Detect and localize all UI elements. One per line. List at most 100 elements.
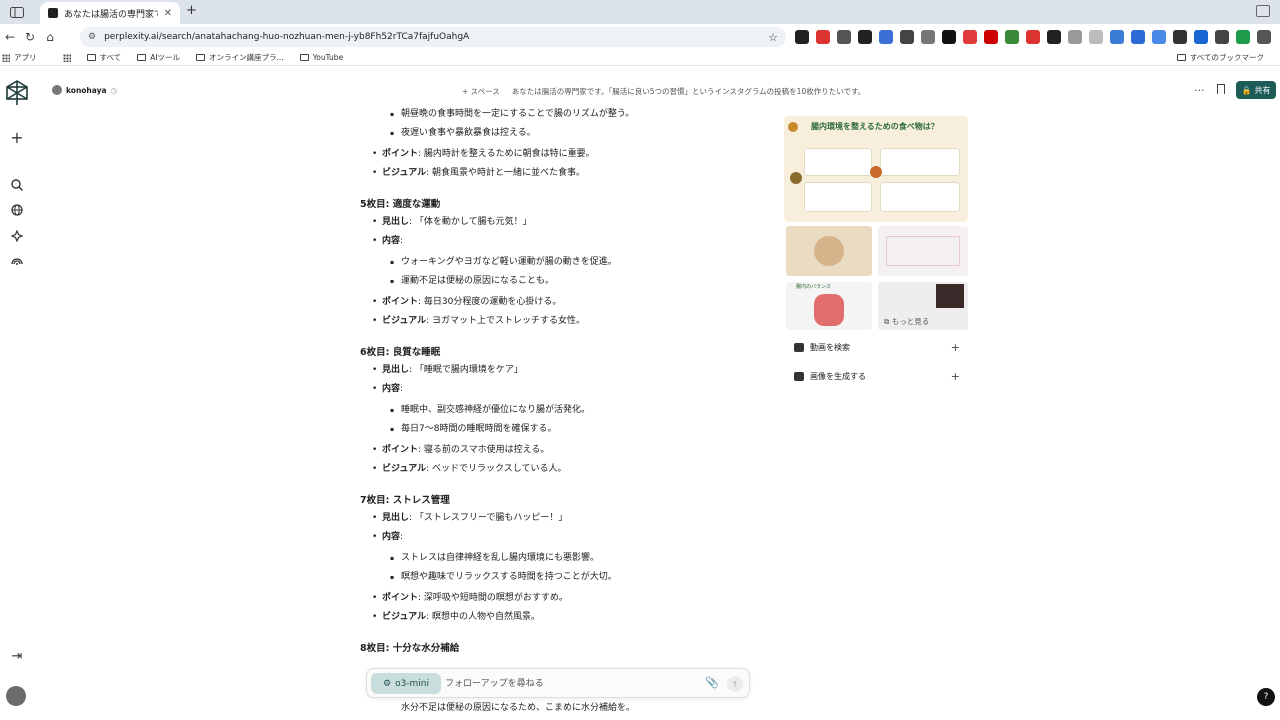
more-label-text: もっと見る xyxy=(891,317,930,326)
browser-tab-active[interactable]: あなたは腸活の専門家です。「腸 ✕ xyxy=(40,2,180,24)
follow-up-box: ⚙ o3-mini 📎 ↑ xyxy=(366,668,750,698)
chip-icon: ⚙ xyxy=(382,678,392,689)
bookmark-apps[interactable]: アプリ xyxy=(2,52,37,63)
extension-icon[interactable] xyxy=(984,30,998,44)
item-text: : 毎日30分程度の運動を心掛ける。 xyxy=(418,297,562,307)
item-label: ビジュアル xyxy=(382,168,427,178)
list-item: 毎日7〜8時間の睡眠時間を確保する。 xyxy=(390,423,556,436)
search-videos-label: 動画を検索 xyxy=(810,342,850,352)
image-panel xyxy=(804,182,872,212)
bookmark-label: YouTube xyxy=(312,53,344,62)
bookmark-label: オンライン講座プラ... xyxy=(209,53,284,62)
extension-icon[interactable] xyxy=(1152,30,1166,44)
spaces-icon[interactable] xyxy=(9,228,25,244)
address-bar[interactable]: ⚙ perplexity.ai/search/anatahachang-huo-… xyxy=(80,27,786,47)
extension-icon[interactable] xyxy=(879,30,893,44)
section-heading: 6枚目: 良質な睡眠 xyxy=(360,347,441,358)
item-text: : xyxy=(400,532,404,542)
extension-icon[interactable] xyxy=(1194,30,1208,44)
extension-icon[interactable] xyxy=(1068,30,1082,44)
bookmark-youtube[interactable]: YouTube xyxy=(299,53,344,62)
plus-icon[interactable]: + xyxy=(951,370,960,383)
bookmark-label: アプリ xyxy=(14,53,37,62)
bookmark-icon[interactable] xyxy=(1217,84,1225,94)
model-selector[interactable]: ⚙ o3-mini xyxy=(371,673,441,694)
bookmark-online-course[interactable]: オンライン講座プラ... xyxy=(196,52,284,63)
expand-sidebar-icon[interactable]: ⇥ xyxy=(9,648,25,664)
extension-icon[interactable] xyxy=(837,30,851,44)
thread-title: あなたは腸活の専門家です。「腸活に良い5つの習慣」というインスタグラムの投稿を1… xyxy=(511,87,866,96)
library-icon[interactable] xyxy=(9,254,25,270)
extensions-puzzle-icon[interactable] xyxy=(1257,30,1271,44)
attach-icon[interactable]: 📎 xyxy=(705,676,719,689)
avatar[interactable] xyxy=(6,686,26,706)
image-panel xyxy=(936,284,964,308)
new-thread-plus-icon[interactable]: + xyxy=(9,128,25,147)
list-item: 運動不足は便秘の原因になることも。 xyxy=(390,275,554,288)
list-item: 水分不足は便秘の原因になるため、こまめに水分補給を。 xyxy=(401,703,636,713)
extension-icon[interactable] xyxy=(1110,30,1124,44)
search-icon[interactable] xyxy=(9,177,25,193)
item-text: : 瞑想中の人物や自然風景。 xyxy=(426,612,541,622)
extension-icon[interactable] xyxy=(795,30,809,44)
extension-icon[interactable] xyxy=(921,30,935,44)
perplexity-logo-icon[interactable] xyxy=(4,80,30,106)
send-button[interactable]: ↑ xyxy=(727,676,743,692)
extension-icon[interactable] xyxy=(1026,30,1040,44)
food-illustration-icon xyxy=(790,172,802,184)
extension-icon[interactable] xyxy=(858,30,872,44)
extension-icon[interactable] xyxy=(1005,30,1019,44)
bookmark-all[interactable]: すべて xyxy=(86,52,121,63)
bookmark-star-icon[interactable]: ☆ xyxy=(768,31,778,44)
share-button[interactable]: 🔒 共有 xyxy=(1236,81,1276,99)
site-info-icon[interactable]: ⚙ xyxy=(88,32,96,42)
extension-icon[interactable] xyxy=(816,30,830,44)
back-icon[interactable]: ← xyxy=(0,30,20,44)
extension-icon[interactable] xyxy=(1215,30,1229,44)
extension-icon[interactable] xyxy=(1173,30,1187,44)
tab-sidebar-icon[interactable] xyxy=(8,4,26,20)
window-control-icon[interactable] xyxy=(1256,5,1270,17)
image-result-main[interactable]: 腸内環境を整えるための食べ物は？ xyxy=(784,116,968,222)
plus-icon[interactable]: + xyxy=(951,341,960,354)
extension-icon[interactable] xyxy=(963,30,977,44)
all-bookmarks[interactable]: すべてのブックマーク xyxy=(1176,52,1264,63)
extension-icon[interactable] xyxy=(1236,30,1250,44)
generate-image-button[interactable]: 画像を生成する + xyxy=(794,368,960,384)
user-avatar-icon xyxy=(52,85,62,95)
x-icon[interactable] xyxy=(942,30,956,44)
perplexity-favicon-icon xyxy=(48,8,58,18)
image-panel xyxy=(804,148,872,176)
bookmark-ai-tools[interactable]: AIツール xyxy=(137,52,180,63)
lock-icon: 🔒 xyxy=(1241,85,1252,95)
tab-close-icon[interactable]: ✕ xyxy=(164,8,172,19)
new-tab-icon[interactable]: + xyxy=(186,3,197,18)
reload-icon[interactable]: ↻ xyxy=(20,30,40,44)
extension-icon[interactable] xyxy=(1131,30,1145,44)
follow-up-input[interactable] xyxy=(445,675,695,693)
section-heading: 8枚目: 十分な水分補給 xyxy=(360,643,460,654)
more-images-button[interactable]: ⧉ もっと見る xyxy=(878,282,968,330)
item-label: ポイント xyxy=(382,593,419,603)
image-panel xyxy=(880,148,960,176)
help-button[interactable]: ? xyxy=(1257,688,1275,706)
extension-icon[interactable] xyxy=(1047,30,1061,44)
home-icon[interactable]: ⌂ xyxy=(40,30,60,44)
globe-icon[interactable] xyxy=(9,202,25,218)
image-thumbnail[interactable] xyxy=(786,226,872,276)
item-label: 内容 xyxy=(382,532,401,542)
extension-icon[interactable] xyxy=(900,30,914,44)
item-label: 見出し xyxy=(382,217,410,227)
search-videos-button[interactable]: 動画を検索 + xyxy=(794,339,960,355)
item-text: : 「睡眠で腸内環境をケア」 xyxy=(409,365,523,375)
item-text: : ベッドでリラックスしている人。 xyxy=(426,464,567,474)
thread-author[interactable]: konohaya ◷ xyxy=(52,85,117,95)
add-to-space-button[interactable]: + スペース xyxy=(462,86,500,97)
extension-icon[interactable] xyxy=(1089,30,1103,44)
more-options-icon[interactable]: ··· xyxy=(1194,84,1205,97)
image-thumbnail[interactable] xyxy=(878,226,968,276)
list-item: ビジュアル: 朝食風景や時計と一緒に並べた食事。 xyxy=(372,167,585,179)
bookmark-grid[interactable] xyxy=(62,53,71,62)
list-item: 見出し: 「ストレスフリーで腸もハッピー！」 xyxy=(372,512,567,524)
image-thumbnail[interactable]: 腸内のバランス xyxy=(786,282,872,330)
